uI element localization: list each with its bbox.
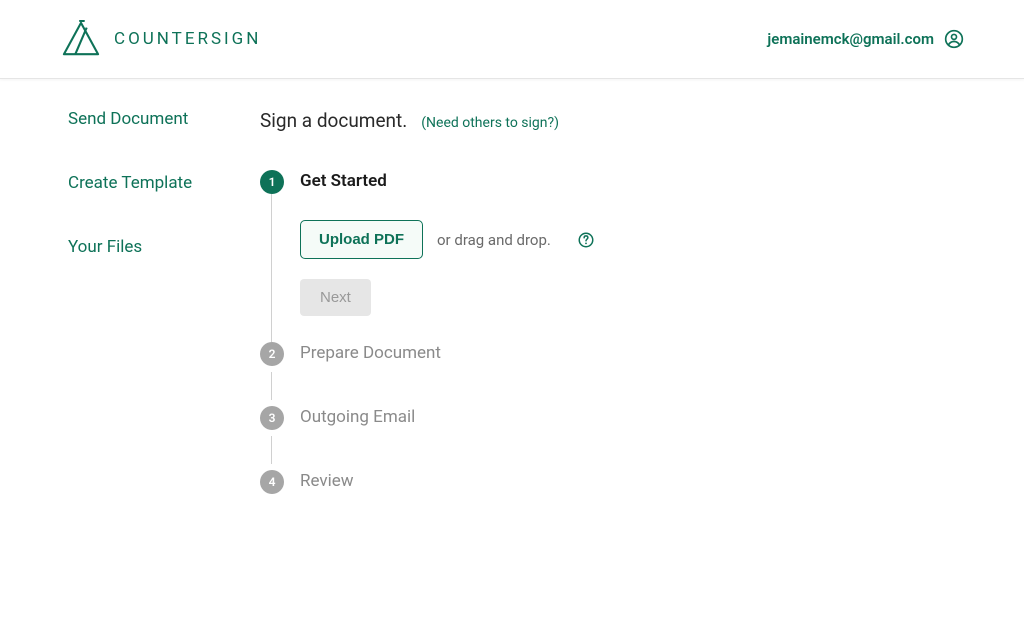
step-label-1: Get Started (300, 170, 387, 191)
page-title: Sign a document. (260, 109, 407, 132)
step-1: 1 Get Started (260, 170, 1024, 194)
step-label-2: Prepare Document (300, 342, 441, 363)
next-button[interactable]: Next (300, 279, 371, 316)
sidebar: Send Document Create Template Your Files (0, 109, 260, 494)
connector (271, 372, 272, 400)
logo[interactable]: COUNTERSIGN (60, 20, 261, 58)
step-4[interactable]: 4 Review (260, 470, 1024, 494)
gap-2-3 (260, 366, 1024, 406)
step-label-4: Review (300, 470, 354, 491)
sidebar-item-your-files[interactable]: Your Files (68, 237, 260, 257)
countersign-logo-icon (60, 20, 102, 58)
step-label-3: Outgoing Email (300, 406, 415, 427)
title-row: Sign a document. (Need others to sign?) (260, 109, 1024, 132)
gap-3-4 (260, 430, 1024, 470)
header: COUNTERSIGN jemainemck@gmail.com (0, 0, 1024, 79)
upload-row: Upload PDF or drag and drop. (300, 220, 1024, 259)
help-icon[interactable] (577, 231, 595, 249)
main: Sign a document. (Need others to sign?) … (260, 109, 1024, 494)
step-2[interactable]: 2 Prepare Document (260, 342, 1024, 366)
user-menu[interactable]: jemainemck@gmail.com (767, 29, 964, 49)
step-badge-1: 1 (260, 170, 284, 194)
step-badge-4: 4 (260, 470, 284, 494)
sidebar-item-send-document[interactable]: Send Document (68, 109, 260, 129)
step-3[interactable]: 3 Outgoing Email (260, 406, 1024, 430)
brand-name: COUNTERSIGN (114, 29, 261, 49)
connector (271, 194, 272, 342)
sidebar-item-create-template[interactable]: Create Template (68, 173, 260, 193)
user-avatar-icon (944, 29, 964, 49)
upload-pdf-button[interactable]: Upload PDF (300, 220, 423, 259)
step-badge-2: 2 (260, 342, 284, 366)
user-email: jemainemck@gmail.com (767, 30, 934, 48)
step-badge-3: 3 (260, 406, 284, 430)
connector (271, 436, 272, 464)
need-others-link[interactable]: (Need others to sign?) (421, 115, 559, 131)
content: Send Document Create Template Your Files… (0, 79, 1024, 494)
drag-drop-text: or drag and drop. (437, 231, 551, 249)
steps: 1 Get Started Upload PDF or drag and dro… (260, 170, 1024, 494)
step-1-body: Upload PDF or drag and drop. Next (260, 194, 1024, 342)
